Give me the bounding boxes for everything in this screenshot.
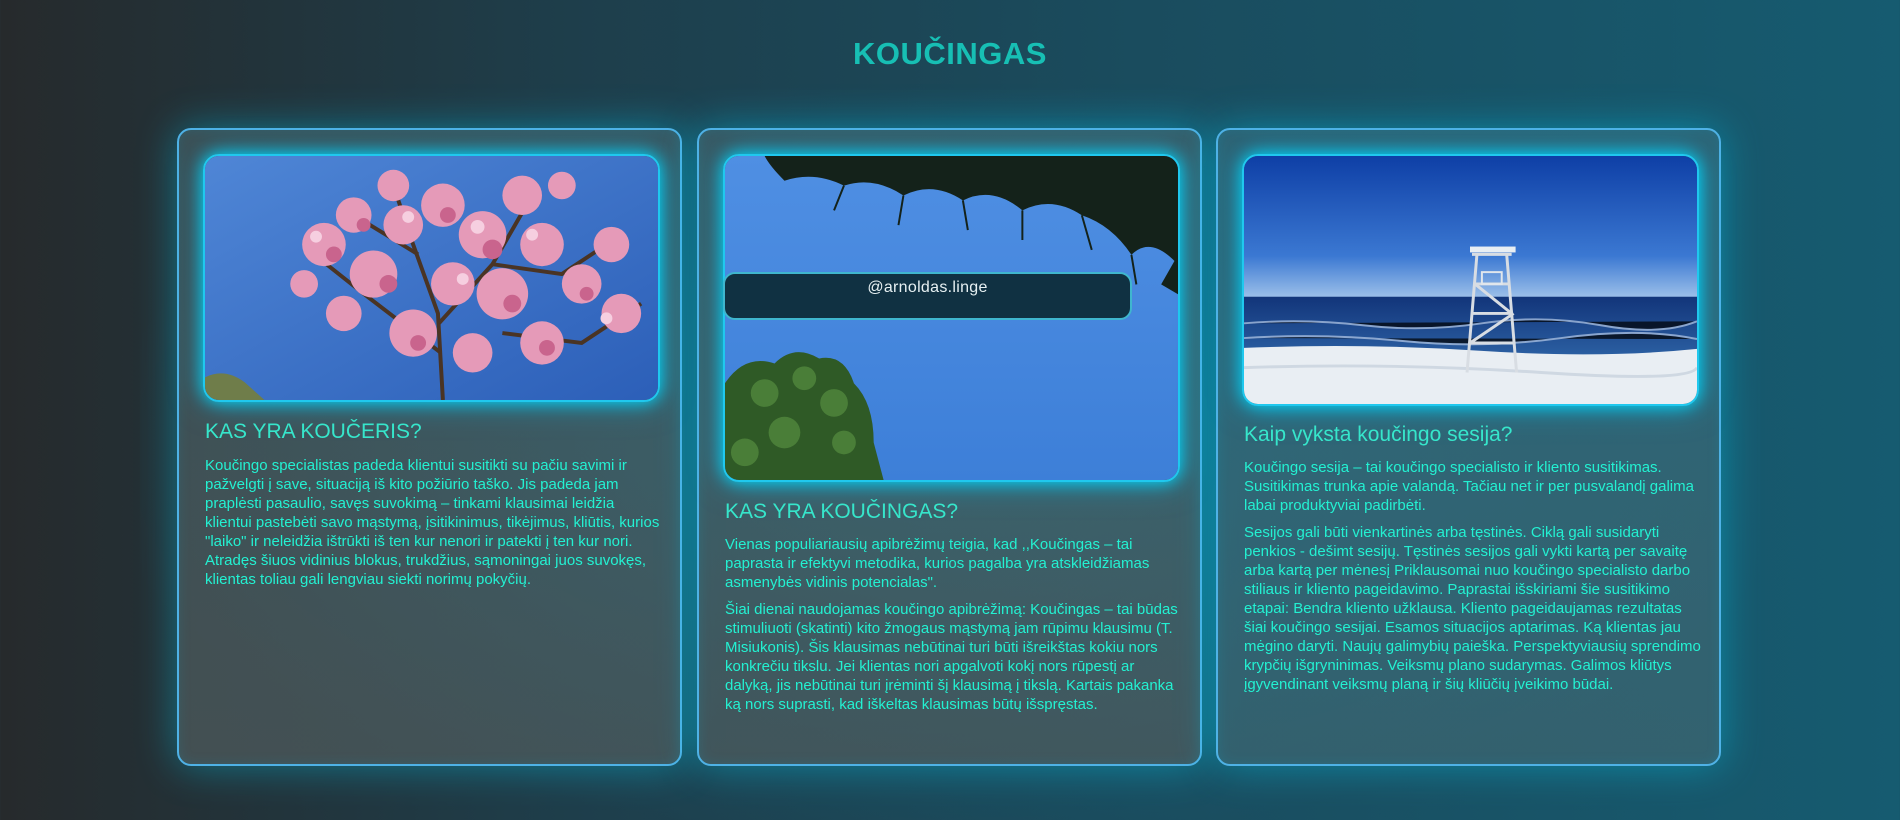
card-what-is-coaching: @arnoldas.linge KAS YRA KOUČINGAS? Viena… (697, 128, 1202, 766)
card-paragraph: Šiai dienai naudojamas koučingo apibrėži… (725, 601, 1178, 713)
beach-photo (1242, 154, 1699, 406)
card-title: KAS YRA KOUČERIS? (205, 420, 422, 443)
card-paragraph: Koučingo specialistas padeda klientui su… (205, 457, 660, 588)
card-title: KAS YRA KOUČINGAS? (725, 500, 959, 523)
card-paragraph: Vienas populiariausių apibrėžimų teigia,… (725, 536, 1150, 591)
beach-image (1244, 156, 1697, 404)
card-paragraph: Sesijos gali būti vienkartinės arba tęst… (1244, 524, 1701, 693)
card-paragraph: Koučingo sesija – tai koučingo specialis… (1244, 459, 1694, 514)
blossom-image (205, 156, 658, 400)
card-title: Kaip vyksta koučingo sesija? (1244, 423, 1513, 446)
page-title: KOUČINGAS (853, 36, 1047, 71)
photo-credit-badge: @arnoldas.linge (723, 272, 1132, 320)
blossom-photo (203, 154, 660, 402)
card-what-is-coach: KAS YRA KOUČERIS? Koučingo specialistas … (177, 128, 682, 766)
card-coaching-session: Kaip vyksta koučingo sesija? Koučingo se… (1216, 128, 1721, 766)
